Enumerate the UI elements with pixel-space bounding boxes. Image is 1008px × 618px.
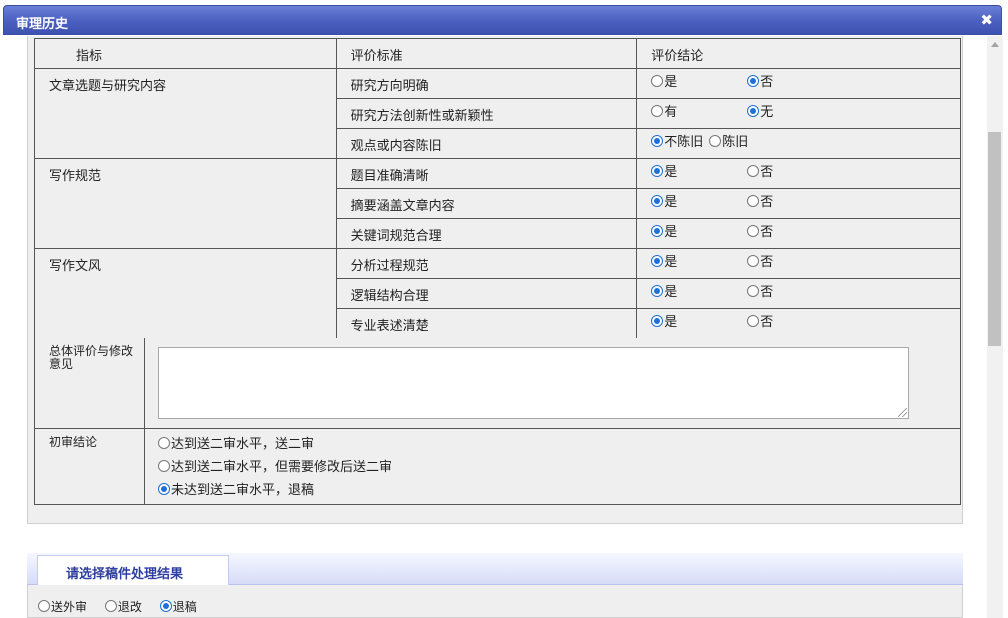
radio-icon[interactable]	[747, 315, 760, 327]
radio-icon[interactable]	[651, 105, 664, 117]
criterion-cell: 专业表述清楚	[335, 308, 638, 339]
radio-icon[interactable]	[158, 483, 170, 495]
radio-icon[interactable]	[651, 315, 664, 327]
conclusion-cell: 是否	[636, 218, 961, 249]
conclusion-cell: 是否	[636, 308, 961, 339]
category-cell: 写作文风	[34, 248, 337, 339]
comments-label: 总体评价与修改意见	[35, 338, 145, 428]
conclusion-label: 初审结论	[35, 429, 145, 504]
radio-option-send-external[interactable]: 送外审	[38, 600, 87, 614]
scrollbar-thumb[interactable]	[988, 132, 1001, 346]
conclusion-cell: 是否	[636, 188, 961, 219]
evaluation-table: 指标 评价标准 评价结论 文章选题与研究内容 研究方向明确 是否 研究方法创新性…	[34, 38, 961, 339]
radio-option[interactable]: 是	[651, 309, 747, 337]
conclusion-cell: 是否	[636, 278, 961, 309]
radio-icon[interactable]	[747, 195, 760, 207]
scroll-up-arrow-icon[interactable]	[991, 42, 999, 47]
conclusion-cell: 是否	[636, 158, 961, 189]
radio-option[interactable]: 是	[651, 249, 747, 277]
radio-icon[interactable]	[38, 600, 50, 612]
radio-icon[interactable]	[709, 135, 722, 147]
header-indicator: 指标	[34, 38, 337, 69]
criterion-cell: 研究方法创新性或新颖性	[335, 98, 638, 129]
radio-option[interactable]: 是	[651, 189, 747, 217]
criterion-cell: 关键词规范合理	[335, 218, 638, 249]
tab-select-result[interactable]: 请选择稿件处理结果	[37, 555, 229, 585]
radio-option[interactable]: 无	[747, 99, 773, 127]
radio-icon[interactable]	[747, 105, 760, 117]
radio-icon[interactable]	[651, 225, 664, 237]
conclusion-cell: 是否	[636, 68, 961, 99]
result-tab-bar: 请选择稿件处理结果	[27, 553, 963, 585]
radio-icon[interactable]	[747, 285, 760, 297]
criterion-cell: 逻辑结构合理	[335, 278, 638, 309]
header-criterion: 评价标准	[335, 38, 638, 69]
resize-grip-icon[interactable]	[898, 408, 907, 417]
radio-option[interactable]: 否	[747, 249, 773, 277]
conclusion-options: 达到送二审水平，送二审 达到送二审水平，但需要修改后送二审 未达到送二审水平，退…	[158, 433, 392, 502]
radio-option[interactable]: 达到送二审水平，送二审	[158, 433, 392, 456]
category-cell: 文章选题与研究内容	[34, 68, 337, 159]
radio-icon[interactable]	[747, 165, 760, 177]
radio-option[interactable]: 未达到送二审水平，退稿	[158, 479, 392, 502]
comments-textarea[interactable]	[158, 347, 909, 419]
radio-option[interactable]: 否	[747, 69, 773, 97]
radio-icon[interactable]	[651, 255, 664, 267]
radio-option[interactable]: 否	[747, 309, 773, 337]
radio-option-reject[interactable]: 退稿	[159, 600, 197, 614]
radio-option[interactable]: 是	[651, 159, 747, 187]
radio-option[interactable]: 否	[747, 159, 773, 187]
radio-icon[interactable]	[651, 135, 664, 147]
radio-icon[interactable]	[651, 195, 664, 207]
criterion-cell: 观点或内容陈旧	[335, 128, 638, 159]
criterion-cell: 题目准确清晰	[335, 158, 638, 189]
radio-icon[interactable]	[747, 225, 760, 237]
dialog-title-bar: 审理历史 ✖	[3, 5, 1002, 35]
radio-option[interactable]: 是	[651, 69, 747, 97]
radio-icon[interactable]	[158, 460, 170, 472]
table-row: 写作规范 题目准确清晰 是否	[34, 158, 961, 249]
radio-option[interactable]: 否	[747, 279, 773, 307]
conclusion-cell: 有无	[636, 98, 961, 129]
radio-option[interactable]: 不陈旧	[651, 129, 709, 157]
criterion-cell: 研究方向明确	[335, 68, 638, 99]
table-row: 文章选题与研究内容 研究方向明确 是否	[34, 68, 961, 159]
radio-option[interactable]: 陈旧	[709, 129, 748, 157]
category-cell: 写作规范	[34, 158, 337, 249]
radio-option[interactable]: 否	[747, 219, 773, 247]
table-header-row: 指标 评价标准 评价结论	[34, 38, 961, 69]
radio-icon[interactable]	[747, 75, 760, 87]
table-row: 写作文风 分析过程规范 是否	[34, 248, 961, 339]
result-options: 送外审 退改 退稿	[38, 598, 211, 615]
criterion-cell: 摘要涵盖文章内容	[335, 188, 638, 219]
radio-option[interactable]: 有	[651, 99, 747, 127]
radio-icon[interactable]	[159, 600, 172, 612]
conclusion-row: 初审结论 达到送二审水平，送二审 达到送二审水平，但需要修改后送二审 未达到送二…	[34, 429, 961, 505]
radio-icon[interactable]	[651, 75, 664, 87]
radio-option-return-revise[interactable]: 退改	[104, 600, 142, 614]
dialog-title: 审理历史	[16, 17, 69, 32]
radio-icon[interactable]	[651, 165, 664, 177]
radio-icon[interactable]	[747, 255, 760, 267]
radio-option[interactable]: 否	[747, 189, 773, 217]
result-panel: 送外审 退改 退稿	[27, 585, 963, 618]
conclusion-cell: 不陈旧 陈旧	[636, 128, 961, 159]
radio-icon[interactable]	[158, 437, 170, 449]
radio-icon[interactable]	[104, 600, 117, 612]
comments-row: 总体评价与修改意见	[34, 338, 961, 429]
header-conclusion: 评价结论	[636, 38, 961, 69]
conclusion-cell: 是否	[636, 248, 961, 279]
criterion-cell: 分析过程规范	[335, 248, 638, 279]
radio-option[interactable]: 达到送二审水平，但需要修改后送二审	[158, 456, 392, 479]
radio-option[interactable]: 是	[651, 219, 747, 247]
close-icon[interactable]: ✖	[980, 11, 993, 29]
radio-icon[interactable]	[651, 285, 664, 297]
radio-option[interactable]: 是	[651, 279, 747, 307]
vertical-scrollbar[interactable]	[987, 36, 1003, 618]
